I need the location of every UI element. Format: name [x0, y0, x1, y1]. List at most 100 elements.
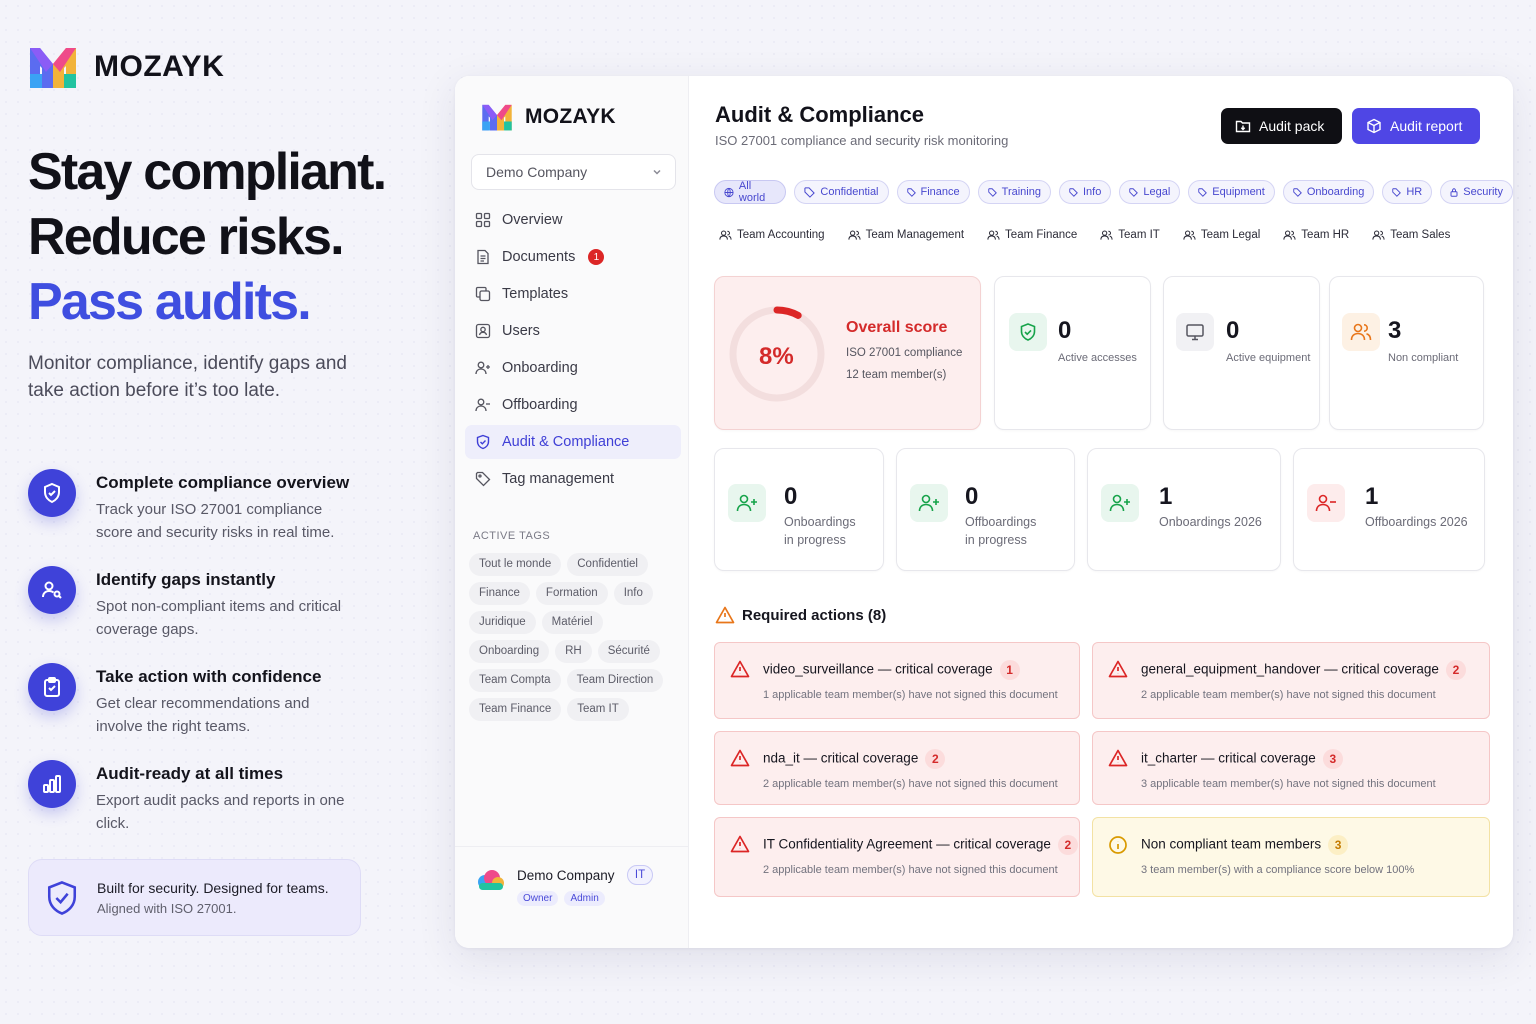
team-chip-hr[interactable]: Team HR	[1283, 229, 1349, 241]
sidebar-item-documents[interactable]: Documents 1	[465, 240, 681, 274]
action-item[interactable]: general_equipment_handover — critical co…	[1092, 642, 1490, 719]
user-plus-icon	[1101, 484, 1139, 522]
stat-card-onboardings-2026[interactable]: 1 Onboardings 2026	[1087, 448, 1281, 571]
users-icon	[1342, 313, 1380, 351]
tag-chip[interactable]: Info	[613, 582, 653, 605]
action-title: video_surveillance — critical coverage 1	[763, 660, 1020, 680]
audit-report-button[interactable]: Audit report	[1352, 108, 1480, 144]
tag-chip[interactable]: Onboarding	[469, 640, 550, 663]
team-chip-legal[interactable]: Team Legal	[1183, 229, 1260, 241]
sidebar-item-label: Overview	[502, 212, 563, 228]
users-icon	[1183, 230, 1196, 240]
team-chip-it[interactable]: Team IT	[1100, 229, 1160, 241]
page-title: Audit & Compliance	[715, 102, 925, 127]
team-chip-management[interactable]: Team Management	[848, 229, 964, 241]
tag-chip[interactable]: Finance	[469, 582, 530, 605]
role-chip-admin: Admin	[564, 891, 605, 906]
filter-chip-security[interactable]: Security	[1440, 180, 1513, 204]
stat-card-active-equipment[interactable]: 0 Active equipment	[1163, 276, 1320, 430]
filter-chip-legal[interactable]: Legal	[1119, 180, 1181, 204]
filter-chip-label: Info	[1082, 186, 1102, 198]
stat-card-offboardings-2026[interactable]: 1 Offboardings 2026	[1293, 448, 1485, 571]
filter-chip-all-world[interactable]: All world	[714, 180, 787, 204]
stat-value: 0	[1226, 317, 1240, 344]
users-icon	[1372, 230, 1385, 240]
footer-company-name: Demo Company	[517, 868, 615, 883]
team-chip-label: Team HR	[1301, 229, 1350, 241]
active-tags: Tout le monde Confidentiel Finance Forma…	[469, 553, 679, 721]
warning-triangle-icon	[1108, 749, 1128, 767]
sidebar-item-audit-compliance[interactable]: Audit & Compliance	[465, 425, 681, 459]
score-percentage: 8%	[759, 343, 794, 370]
action-desc: 2 applicable team member(s) have not sig…	[763, 778, 1058, 790]
action-item[interactable]: video_surveillance — critical coverage 1 …	[714, 642, 1080, 719]
stat-label: Onboardings	[784, 515, 856, 529]
filter-chip-hr[interactable]: HR	[1382, 180, 1433, 204]
action-item[interactable]: Non compliant team members 3 3 team membe…	[1092, 817, 1490, 897]
copy-icon	[475, 286, 491, 302]
team-chip-sales[interactable]: Team Sales	[1372, 229, 1450, 241]
stat-label-line-2: in progress	[784, 533, 846, 547]
role-chips: Owner Admin	[517, 891, 605, 906]
tag-chip[interactable]: Team Direction	[566, 669, 664, 692]
tag-chip[interactable]: Tout le monde	[469, 553, 562, 576]
users-icon	[987, 230, 1000, 240]
tag-chip[interactable]: Team Finance	[469, 698, 562, 721]
stat-value: 0	[784, 483, 798, 510]
team-chip-finance[interactable]: Team Finance	[987, 229, 1077, 241]
sidebar-item-templates[interactable]: Templates	[465, 277, 681, 311]
users-icon	[1100, 230, 1113, 240]
feature-overview: Complete compliance overview Track your …	[28, 469, 408, 544]
filter-chip-finance[interactable]: Finance	[896, 180, 970, 204]
shield-check-icon	[47, 880, 77, 915]
stat-value: 0	[1058, 317, 1072, 344]
tag-chip[interactable]: Sécurité	[597, 640, 660, 663]
feature-title: Identify gaps instantly	[96, 570, 276, 589]
sidebar-footer[interactable]: Demo Company IT Owner Admin	[455, 846, 689, 948]
stat-value: 1	[1365, 483, 1379, 510]
filter-chip-equipment[interactable]: Equipment	[1188, 180, 1275, 204]
sidebar-item-users[interactable]: Users	[465, 314, 681, 348]
company-select[interactable]: Demo Company	[471, 154, 676, 190]
callout-sub: Aligned with ISO 27001.	[97, 900, 237, 916]
tag-icon	[804, 186, 816, 198]
sidebar-item-overview[interactable]: Overview	[465, 203, 681, 237]
action-item[interactable]: IT Confidentiality Agreement — critical …	[714, 817, 1080, 897]
grid-icon	[475, 212, 491, 228]
tag-chip[interactable]: Confidentiel	[567, 553, 648, 576]
overall-score-card: 8% Overall score ISO 27001 compliance 12…	[714, 276, 981, 430]
action-desc: 3 team member(s) with a compliance score…	[1141, 864, 1415, 876]
filter-chip-onboarding[interactable]: Onboarding	[1282, 180, 1375, 204]
sidebar-item-tag-management[interactable]: Tag management	[465, 462, 681, 496]
tag-chip[interactable]: Team IT	[567, 698, 629, 721]
tag-chip[interactable]: Matériel	[541, 611, 603, 634]
team-chip-label: Team Finance	[1005, 229, 1078, 241]
stat-value: 0	[965, 483, 979, 510]
tag-icon	[1129, 187, 1139, 197]
stat-card-offboardings-in-progress[interactable]: 0 Offboardings in progress	[896, 448, 1075, 571]
sidebar-item-onboarding[interactable]: Onboarding	[465, 351, 681, 385]
team-chip-accounting[interactable]: Team Accounting	[719, 229, 825, 241]
tag-chip[interactable]: Formation	[535, 582, 608, 605]
audit-pack-button[interactable]: Audit pack	[1221, 108, 1342, 144]
stat-card-active-accesses[interactable]: 0 Active accesses	[994, 276, 1151, 430]
sidebar-item-offboarding[interactable]: Offboarding	[465, 388, 681, 422]
tag-chip[interactable]: RH	[555, 640, 592, 663]
tag-chip[interactable]: Juridique	[469, 611, 536, 634]
action-item[interactable]: it_charter — critical coverage 3 3 applic…	[1092, 731, 1490, 805]
app-window: MOZAYK Demo Company Overview Documents 1…	[455, 76, 1513, 948]
tag-icon	[1069, 187, 1078, 197]
stat-card-non-compliant[interactable]: 3 Non compliant	[1329, 276, 1484, 430]
brand: MOZAYK	[28, 44, 224, 90]
filter-chip-training[interactable]: Training	[977, 180, 1051, 204]
filter-chip-confidential[interactable]: Confidential	[794, 180, 889, 204]
filter-chip-info[interactable]: Info	[1058, 180, 1112, 204]
action-item[interactable]: nda_it — critical coverage 2 2 applicable…	[714, 731, 1080, 805]
user-plus-icon	[728, 484, 766, 522]
tag-chip[interactable]: Team Compta	[469, 669, 561, 692]
feature-gaps: Identify gaps instantly Spot non-complia…	[28, 566, 408, 641]
sidebar-brand[interactable]: MOZAYK	[481, 102, 616, 132]
stat-card-onboardings-in-progress[interactable]: 0 Onboardings in progress	[714, 448, 884, 571]
feature-title: Take action with confidence	[96, 667, 322, 686]
lock-icon	[1450, 187, 1458, 197]
